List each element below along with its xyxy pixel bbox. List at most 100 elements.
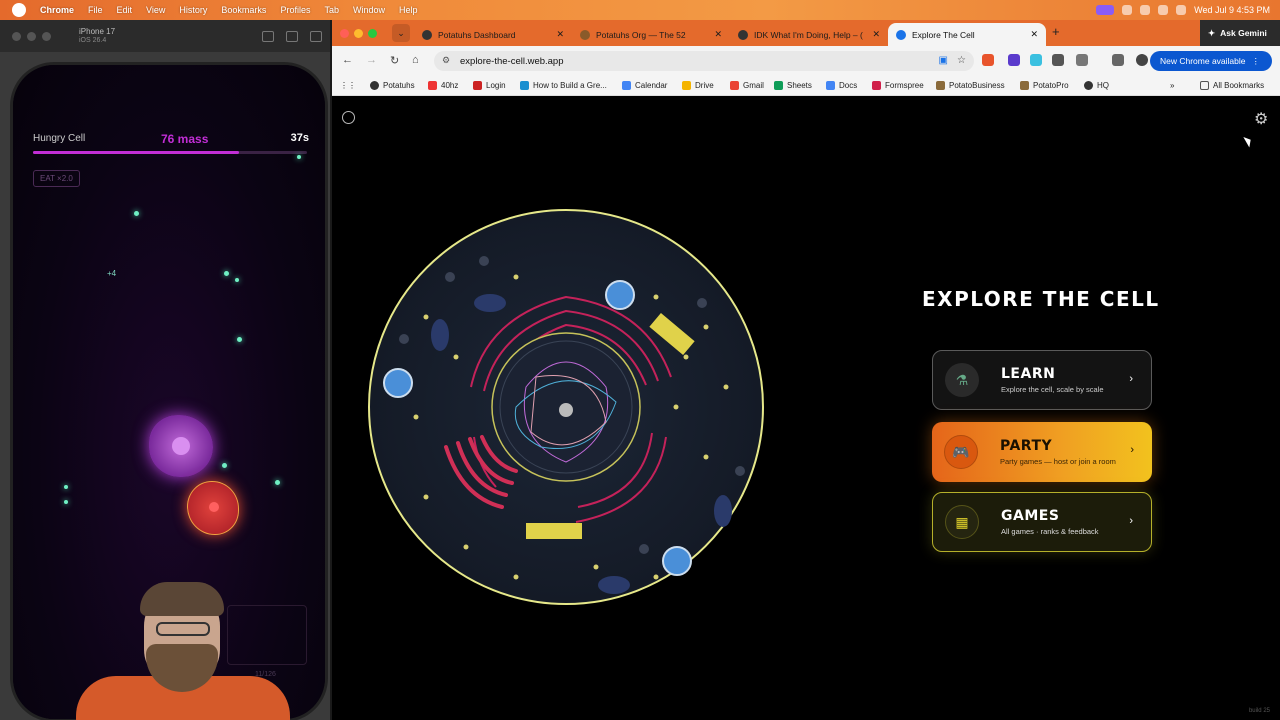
forward-icon[interactable]: → [366,54,377,66]
menu-bookmarks[interactable]: Bookmarks [221,5,266,15]
more-bookmarks-icon[interactable]: » [1170,81,1174,90]
apps-grid-icon[interactable]: ⋮⋮ [340,81,356,90]
menu-tab[interactable]: Tab [324,5,339,15]
bookmark-potatopro[interactable]: PotatoPro [1020,81,1069,90]
bookmark-40hz[interactable]: 40hz [428,81,458,90]
close-tab-icon[interactable]: ✕ [1030,29,1038,40]
tab-idk-help[interactable]: IDK What I'm Doing, Help – ( ✕ [730,23,888,46]
site-info-icon[interactable]: ⚙ [442,55,450,66]
menu-profiles[interactable]: Profiles [280,5,310,15]
globe-icon [738,29,748,40]
bookmark-calendar[interactable]: Calendar [622,81,667,90]
update-chrome-label: New Chrome available [1159,56,1246,66]
learn-description: Explore the cell, scale by scale [1001,385,1104,394]
globe-icon [370,81,379,90]
close-tab-icon[interactable]: ✕ [556,29,564,40]
settings-gear-icon[interactable]: ⚙ [1254,109,1268,129]
close-icon[interactable] [12,31,21,41]
party-button[interactable]: 🎮 PARTY Party games — host or join a roo… [932,422,1152,482]
games-button[interactable]: ▦ GAMES All games · ranks & feedback › [932,492,1152,552]
extension-icon[interactable] [1008,54,1020,66]
extension-icon[interactable] [982,54,994,66]
calendar-icon [622,81,631,90]
bookmark-potatobusiness[interactable]: PotatoBusiness [936,81,1005,90]
bookmark-label: PotatoBusiness [949,81,1005,90]
sheets-icon [774,81,783,90]
minimize-icon[interactable] [354,29,363,38]
address-bar[interactable]: ⚙ explore-the-cell.web.app ▣ ☆ [434,51,974,71]
wifi-icon[interactable] [1158,5,1169,15]
close-icon[interactable] [340,29,349,38]
url-text[interactable]: explore-the-cell.web.app [460,56,564,67]
bookmark-formspree[interactable]: Formspree [872,81,924,90]
reload-icon[interactable]: ↻ [390,54,399,67]
status-icon[interactable] [1140,5,1151,15]
menu-edit[interactable]: Edit [117,5,133,15]
vesicle [662,546,692,576]
menu-help[interactable]: Help [399,5,418,15]
food-pellet [275,480,280,485]
food-pellet [235,278,239,282]
timer: 37s [290,132,309,144]
tab-search-icon[interactable]: ⌄ [392,24,410,42]
drive-icon [682,81,691,90]
tab-potatuhs-dashboard[interactable]: Potatuhs Dashboard ✕ [414,23,572,46]
bookmark-docs[interactable]: Docs [826,81,857,90]
mass-progress-fill [33,151,239,154]
zoom-icon[interactable] [42,31,51,41]
close-tab-icon[interactable]: ✕ [714,29,722,40]
screenshot-icon[interactable] [286,30,298,42]
back-icon[interactable]: ← [342,54,353,66]
menu-view[interactable]: View [146,5,165,15]
home-icon[interactable]: ⌂ [412,54,419,66]
vesicle [605,280,635,310]
learn-button[interactable]: ⚗ LEARN Explore the cell, scale by scale… [932,350,1152,410]
menu-file[interactable]: File [88,5,103,15]
bookmark-star-icon[interactable]: ☆ [957,55,966,66]
extension-icon[interactable] [1030,54,1042,66]
extension-icon[interactable] [1052,54,1064,66]
rotate-icon[interactable] [310,30,322,42]
tab-explore-the-cell[interactable]: Explore The Cell ✕ [888,23,1046,46]
cell-illustration[interactable] [366,207,766,607]
control-center-icon[interactable] [1176,5,1187,15]
zoom-icon[interactable] [368,29,377,38]
bookmark-login[interactable]: Login [473,81,506,90]
chrome-window: ⌄ Potatuhs Dashboard ✕ Potatuhs Org — Th… [332,20,1280,720]
gmail-icon [730,81,739,90]
menu-app-name[interactable]: Chrome [40,5,74,15]
ask-gemini-button[interactable]: ✦ Ask Gemini [1200,20,1280,46]
new-tab-icon[interactable]: + [1052,24,1060,39]
food-pellet [297,155,301,159]
player-cell[interactable] [187,481,239,535]
menu-clock[interactable]: Wed Jul 9 4:53 PM [1194,5,1270,15]
menu-window[interactable]: Window [353,5,385,15]
install-app-icon[interactable]: ▣ [939,55,948,66]
download-icon[interactable] [1112,54,1124,66]
bookmark-how-to-build[interactable]: How to Build a Gre... [520,81,607,90]
bookmark-sheets[interactable]: Sheets [774,81,812,90]
screen-record-icon[interactable] [1096,5,1115,15]
apple-icon[interactable] [12,3,26,17]
bookmark-potatuhs[interactable]: Potatuhs [370,81,415,90]
potato-icon [580,29,590,40]
tab-title: Potatuhs Dashboard [438,29,516,40]
minimize-icon[interactable] [27,31,36,41]
extensions-puzzle-icon[interactable] [1076,54,1088,66]
bookmark-gmail[interactable]: Gmail [730,81,764,90]
globe-icon [422,29,432,40]
menu-history[interactable]: History [179,5,207,15]
close-tab-icon[interactable]: ✕ [872,29,880,40]
status-icon[interactable] [1122,5,1133,15]
party-label: PARTY [1000,438,1053,454]
chevron-right-icon: › [1129,373,1133,385]
all-bookmarks[interactable]: All Bookmarks [1200,81,1264,90]
update-chrome-button[interactable]: New Chrome available ⋮ [1149,51,1272,71]
vesicle [383,368,413,398]
bookmark-drive[interactable]: Drive [682,81,714,90]
tab-potatuhs-org[interactable]: Potatuhs Org — The 52 ✕ [572,23,730,46]
user-profile-icon[interactable] [342,111,355,124]
bookmark-hq[interactable]: HQ [1084,81,1109,90]
profile-avatar[interactable] [1136,54,1148,66]
home-icon[interactable] [262,30,274,42]
